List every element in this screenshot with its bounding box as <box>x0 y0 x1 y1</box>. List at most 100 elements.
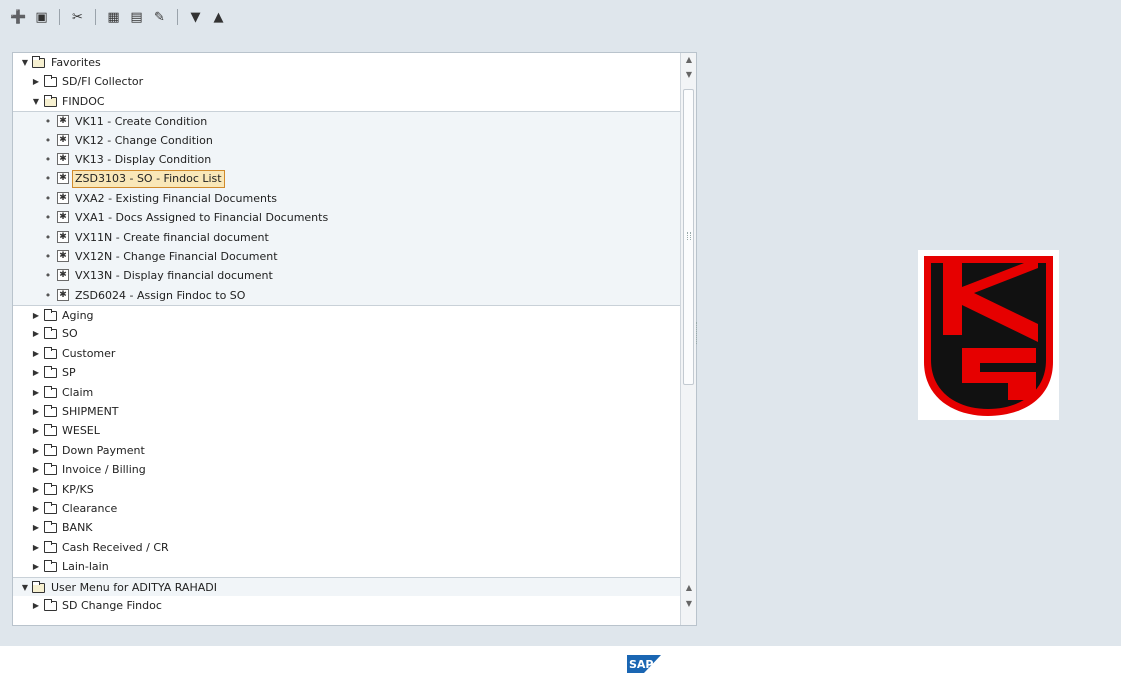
tree-node-folder[interactable]: ▶ SHIPMENT <box>13 402 680 421</box>
folder-open-icon <box>32 580 45 593</box>
edit-favorite-icon[interactable]: ▣ <box>33 9 50 26</box>
tree-node-label: VXA1 - Docs Assigned to Financial Docume… <box>75 211 329 225</box>
tree-node-folder[interactable]: ▶ Cash Received / CR <box>13 538 680 557</box>
collapse-arrow-icon[interactable]: ▶ <box>32 499 40 518</box>
tree-node-label: VK13 - Display Condition <box>75 152 212 166</box>
bullet-icon: • <box>44 211 52 225</box>
scroll-down-icon[interactable]: ▼ <box>681 597 696 611</box>
tree-node-label: Claim <box>62 385 94 399</box>
tree-node-favorites[interactable]: ▼ Favorites <box>13 53 680 72</box>
pencil-icon[interactable]: ✎ <box>151 9 168 26</box>
scroll-up-icon[interactable]: ▲ <box>681 581 696 595</box>
tree-node-folder[interactable]: ▶ BANK <box>13 518 680 537</box>
folder-open-icon <box>32 56 45 68</box>
sap-logo: SAP <box>627 655 661 673</box>
collapse-arrow-icon[interactable]: ▶ <box>32 518 40 537</box>
tree-node-folder[interactable]: ▼ FINDOC <box>13 92 680 111</box>
delete-favorite-icon[interactable]: ✂ <box>69 9 86 26</box>
tree-node-label: Lain-lain <box>62 560 109 574</box>
folder-icon <box>44 521 57 534</box>
bullet-icon: • <box>44 230 52 244</box>
bullet-icon: • <box>44 115 52 129</box>
expand-arrow-icon[interactable]: ▼ <box>32 92 40 111</box>
sap-logo-text: SAP <box>629 658 654 671</box>
tree-node-label: BANK <box>62 521 93 535</box>
tree-node-label: Favorites <box>51 56 101 69</box>
collapse-arrow-icon[interactable]: ▶ <box>32 421 40 440</box>
splitter-handle[interactable] <box>696 322 699 344</box>
collapse-arrow-icon[interactable]: ▶ <box>32 460 40 479</box>
toolbar-separator <box>95 9 96 25</box>
move-down-icon[interactable]: ▼ <box>187 9 204 26</box>
collapse-arrow-icon[interactable]: ▶ <box>32 383 40 402</box>
tree-node-transaction[interactable]: • ✱ VX11N - Create financial document <box>13 227 680 247</box>
collapse-arrow-icon[interactable]: ▶ <box>32 441 40 460</box>
tree-node-label: VK11 - Create Condition <box>75 115 208 129</box>
tree-node-user-menu[interactable]: ▼ User Menu for ADITYA RAHADI <box>13 576 680 597</box>
tree-node-folder[interactable]: ▶ WESEL <box>13 421 680 440</box>
tree-node-folder[interactable]: ▶ Aging <box>13 305 680 324</box>
tree-node-transaction[interactable]: • ✱ VK11 - Create Condition <box>13 111 680 131</box>
collapse-arrow-icon[interactable]: ▶ <box>32 344 40 363</box>
collapse-arrow-icon[interactable]: ▶ <box>32 324 40 343</box>
tree-node-label: KP/KS <box>62 482 94 496</box>
collapse-arrow-icon[interactable]: ▶ <box>32 363 40 382</box>
tree-node-folder[interactable]: ▶ SD/FI Collector <box>13 72 680 91</box>
tree-node-transaction[interactable]: • ✱ VX13N - Display financial document <box>13 266 680 286</box>
collapse-arrow-icon[interactable]: ▶ <box>32 557 40 576</box>
move-up-icon[interactable]: ▲ <box>210 9 227 26</box>
tree-node-transaction[interactable]: • ✱ ZSD6024 - Assign Findoc to SO <box>13 285 680 306</box>
scroll-down-icon[interactable]: ▼ <box>681 68 696 82</box>
other-object-icon[interactable]: ▦ <box>105 9 122 26</box>
add-favorite-icon[interactable]: ➕ <box>10 9 27 26</box>
change-icon[interactable]: ▤ <box>128 9 145 26</box>
grip-icon <box>687 232 691 240</box>
folder-icon <box>44 385 57 398</box>
tree-node-label: User Menu for ADITYA RAHADI <box>51 580 217 594</box>
tree-node-folder[interactable]: ▶ Customer <box>13 344 680 363</box>
tree-node-transaction[interactable]: • ✱ VX12N - Change Financial Document <box>13 246 680 267</box>
expand-arrow-icon[interactable]: ▼ <box>21 578 29 597</box>
scroll-up-icon[interactable]: ▲ <box>681 53 696 67</box>
tree-node-transaction[interactable]: • ✱ VXA1 - Docs Assigned to Financial Do… <box>13 208 680 228</box>
tree-node-transaction-selected[interactable]: • ✱ ZSD3103 - SO - Findoc List <box>13 169 680 189</box>
folder-icon <box>44 366 57 379</box>
folder-icon <box>44 482 57 495</box>
tree-node-label: Customer <box>62 346 116 360</box>
transaction-icon: ✱ <box>57 133 69 146</box>
vertical-scrollbar[interactable]: ▲ ▼ ▲ ▼ <box>680 53 696 625</box>
collapse-arrow-icon[interactable]: ▶ <box>32 306 40 325</box>
collapse-arrow-icon[interactable]: ▶ <box>32 480 40 499</box>
tree-node-folder[interactable]: ▶ Invoice / Billing <box>13 460 680 479</box>
scrollbar-thumb[interactable] <box>683 89 694 385</box>
tree-node-folder[interactable]: ▶ SO <box>13 324 680 343</box>
tree-node-folder[interactable]: ▶ Down Payment <box>13 441 680 460</box>
expand-arrow-icon[interactable]: ▼ <box>21 53 29 72</box>
collapse-arrow-icon[interactable]: ▶ <box>32 596 40 615</box>
tree-node-label: VXA2 - Existing Financial Documents <box>75 191 277 205</box>
tree-node-transaction[interactable]: • ✱ VXA2 - Existing Financial Documents <box>13 188 680 209</box>
transaction-icon: ✱ <box>57 269 69 282</box>
company-logo-graphic <box>924 256 1053 416</box>
collapse-arrow-icon[interactable]: ▶ <box>32 402 40 421</box>
folder-icon <box>44 598 57 611</box>
tree-node-label: WESEL <box>62 424 100 438</box>
collapse-arrow-icon[interactable]: ▶ <box>32 72 40 91</box>
tree-node-folder[interactable]: ▶ SD Change Findoc <box>13 596 680 615</box>
tree-node-label: Aging <box>62 309 94 323</box>
folder-icon <box>44 75 57 88</box>
folder-icon <box>44 424 57 437</box>
folder-icon <box>44 540 57 553</box>
collapse-arrow-icon[interactable]: ▶ <box>32 538 40 557</box>
tree-node-folder[interactable]: ▶ KP/KS <box>13 480 680 499</box>
tree-node-folder[interactable]: ▶ SP <box>13 363 680 382</box>
transaction-icon: ✱ <box>57 249 69 262</box>
transaction-icon: ✱ <box>57 152 69 165</box>
tree-node-folder[interactable]: ▶ Claim <box>13 383 680 402</box>
tree-node-folder[interactable]: ▶ Clearance <box>13 499 680 518</box>
tree-node-folder[interactable]: ▶ Lain-lain <box>13 557 680 576</box>
tree-node-transaction[interactable]: • ✱ VK12 - Change Condition <box>13 130 680 150</box>
tree-node-transaction[interactable]: • ✱ VK13 - Display Condition <box>13 149 680 170</box>
tree-node-label: VK12 - Change Condition <box>75 133 213 147</box>
transaction-icon: ✱ <box>57 115 69 128</box>
